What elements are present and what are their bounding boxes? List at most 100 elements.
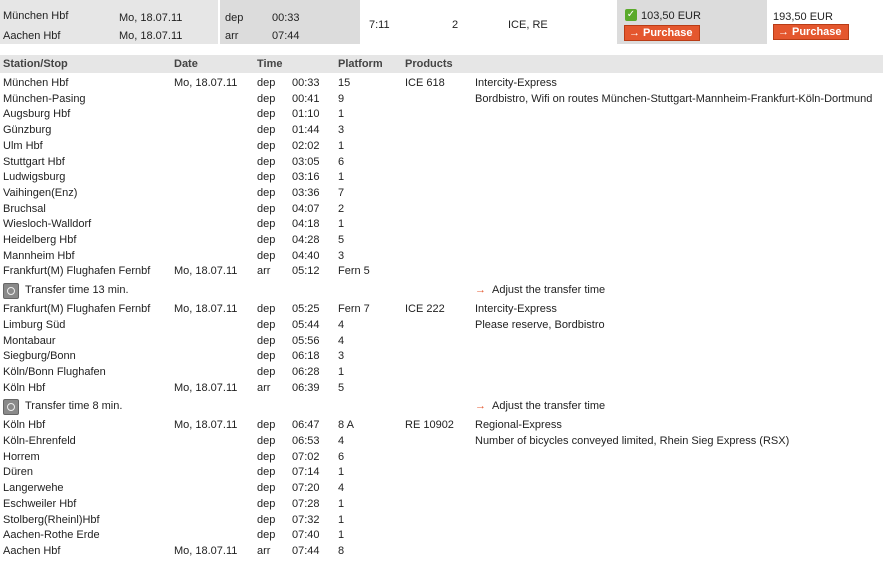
arrow-right-icon: → bbox=[475, 400, 486, 413]
table-row: Köln-Ehrenfeld dep 06:53 4 Number of bicycle… bbox=[0, 434, 883, 450]
summary-destination: Aachen Hbf bbox=[3, 30, 61, 42]
stop-time: 05:44 bbox=[292, 318, 320, 331]
purchase-button-other[interactable]: → Purchase bbox=[773, 24, 849, 40]
adjust-transfer-link[interactable]: → Adjust the transfer time bbox=[475, 400, 605, 412]
adjust-transfer-link[interactable]: → Adjust the transfer time bbox=[475, 284, 605, 296]
table-row: Augsburg Hbf dep 01:10 1 bbox=[0, 107, 883, 123]
transfer-time-text: Transfer time 13 min. bbox=[25, 284, 129, 297]
arrow-right-icon: → bbox=[778, 26, 789, 38]
dep-arr-label: dep bbox=[257, 365, 276, 378]
dep-arr-label: dep bbox=[257, 171, 276, 184]
train-type: Intercity-Express bbox=[475, 303, 557, 316]
dep-arr-label: dep bbox=[257, 435, 276, 447]
train-info: Please reserve, Bordbistro bbox=[475, 318, 605, 331]
station-name: München Hbf bbox=[3, 77, 69, 89]
stop-time: 05:56 bbox=[292, 334, 320, 347]
table-row: Aachen-Rothe Erde dep 07:40 1 bbox=[0, 528, 883, 544]
dep-arr-label: dep bbox=[257, 77, 276, 89]
dep-arr-label: arr bbox=[257, 381, 271, 394]
train-number: ICE 618 bbox=[405, 77, 445, 89]
table-row: Stolberg(Rheinl)Hbf dep 07:32 1 bbox=[0, 513, 883, 529]
stop-platform: 3 bbox=[338, 124, 345, 137]
stop-time: 04:07 bbox=[292, 202, 320, 215]
summary-changes: 2 bbox=[452, 19, 459, 31]
station-name: Ulm Hbf bbox=[3, 139, 43, 152]
stop-time: 06:28 bbox=[292, 365, 320, 378]
table-row: Vaihingen(Enz) dep 03:36 7 bbox=[0, 186, 883, 202]
transfer-row: Transfer time 13 min. → Adjust the transfe… bbox=[0, 282, 883, 302]
stop-platform: 6 bbox=[338, 450, 345, 463]
dep-arr-label: dep bbox=[257, 513, 276, 526]
table-row: Bruchsal dep 04:07 2 bbox=[0, 202, 883, 218]
dep-arr-label: dep bbox=[257, 482, 276, 495]
stop-time: 00:41 bbox=[292, 92, 320, 105]
stop-date: Mo, 18.07.11 bbox=[174, 303, 238, 316]
stop-time: 03:05 bbox=[292, 155, 320, 168]
dep-arr-label: dep bbox=[257, 450, 276, 463]
stop-platform: 1 bbox=[338, 218, 345, 231]
train-info: Bordbistro, Wifi on routes München-Stutt… bbox=[475, 92, 873, 105]
table-row: Stuttgart Hbf dep 03:05 6 bbox=[0, 155, 883, 171]
stop-time: 02:02 bbox=[292, 139, 320, 152]
dep-arr-label: dep bbox=[257, 234, 276, 246]
stop-platform: 4 bbox=[338, 334, 345, 347]
stop-platform: 3 bbox=[338, 249, 345, 262]
stop-platform: 1 bbox=[338, 108, 345, 121]
stop-time: 04:28 bbox=[292, 234, 320, 246]
stop-platform: 8 A bbox=[338, 419, 354, 432]
table-row: Köln Hbf Mo, 18.07.11 dep 06:47 8 A RE 10902 R… bbox=[0, 418, 883, 434]
table-row: Langerwehe dep 07:20 4 bbox=[0, 481, 883, 497]
table-row: Düren dep 07:14 1 bbox=[0, 465, 883, 481]
stop-platform: 5 bbox=[338, 234, 345, 246]
dep-arr-label: dep bbox=[257, 529, 276, 542]
table-row: Horrem dep 07:02 6 bbox=[0, 450, 883, 466]
stop-time: 07:44 bbox=[292, 544, 320, 557]
dep-arr-label: dep bbox=[257, 108, 276, 121]
stop-date: Mo, 18.07.11 bbox=[174, 77, 238, 89]
arrow-right-icon: → bbox=[475, 284, 486, 297]
stop-platform: 4 bbox=[338, 435, 345, 447]
summary-products: ICE, RE bbox=[508, 19, 548, 31]
clock-icon bbox=[3, 399, 19, 416]
table-row: München Hbf Mo, 18.07.11 dep 00:33 15 ICE 618… bbox=[0, 76, 883, 92]
summary-separator bbox=[0, 44, 883, 52]
stop-date: Mo, 18.07.11 bbox=[174, 381, 238, 394]
station-name: Aachen-Rothe Erde bbox=[3, 529, 100, 542]
adjust-transfer-label: Adjust the transfer time bbox=[492, 284, 606, 297]
table-row: Köln Hbf Mo, 18.07.11 arr 06:39 5 bbox=[0, 381, 883, 397]
station-name: Montabaur bbox=[3, 334, 56, 347]
stop-date: Mo, 18.07.11 bbox=[174, 419, 238, 432]
train-type: Intercity-Express bbox=[475, 77, 557, 89]
station-name: Mannheim Hbf bbox=[3, 249, 75, 262]
dep-arr-label: dep bbox=[257, 202, 276, 215]
dep-arr-label: dep bbox=[257, 334, 276, 347]
arrow-right-icon: → bbox=[629, 27, 640, 39]
table-row: Frankfurt(M) Flughafen Fernbf Mo, 18.07.1… bbox=[0, 302, 883, 318]
transfer-time-text: Transfer time 8 min. bbox=[25, 400, 123, 413]
summary-dep-time: 00:33 bbox=[272, 12, 300, 24]
purchase-button-selected[interactable]: → Purchase bbox=[624, 25, 700, 41]
dep-arr-label: dep bbox=[257, 124, 276, 137]
stop-time: 05:12 bbox=[292, 265, 320, 278]
stop-platform: 5 bbox=[338, 381, 345, 394]
station-name: Eschweiler Hbf bbox=[3, 497, 77, 510]
summary-arr-label: arr bbox=[225, 30, 239, 42]
station-name: Düren bbox=[3, 466, 33, 479]
dep-arr-label: dep bbox=[257, 497, 276, 510]
table-row: Montabaur dep 05:56 4 bbox=[0, 334, 883, 350]
stop-platform: 4 bbox=[338, 482, 345, 495]
table-row: Mannheim Hbf dep 04:40 3 bbox=[0, 249, 883, 265]
stop-time: 01:10 bbox=[292, 108, 320, 121]
stop-platform: Fern 7 bbox=[338, 303, 370, 316]
summary-dep-label: dep bbox=[225, 12, 244, 24]
table-row: München-Pasing dep 00:41 9 Bordbistro, Wifi … bbox=[0, 92, 883, 108]
table-row: Köln/Bonn Flughafen dep 06:28 1 bbox=[0, 365, 883, 381]
table-row: Siegburg/Bonn dep 06:18 3 bbox=[0, 349, 883, 365]
stop-time: 07:40 bbox=[292, 529, 320, 542]
adjust-transfer-label: Adjust the transfer time bbox=[492, 400, 606, 413]
table-row: Günzburg dep 01:44 3 bbox=[0, 123, 883, 139]
dep-arr-label: dep bbox=[257, 218, 276, 231]
stop-time: 04:18 bbox=[292, 218, 320, 231]
stop-time: 07:32 bbox=[292, 513, 320, 526]
station-name: Limburg Süd bbox=[3, 318, 66, 331]
